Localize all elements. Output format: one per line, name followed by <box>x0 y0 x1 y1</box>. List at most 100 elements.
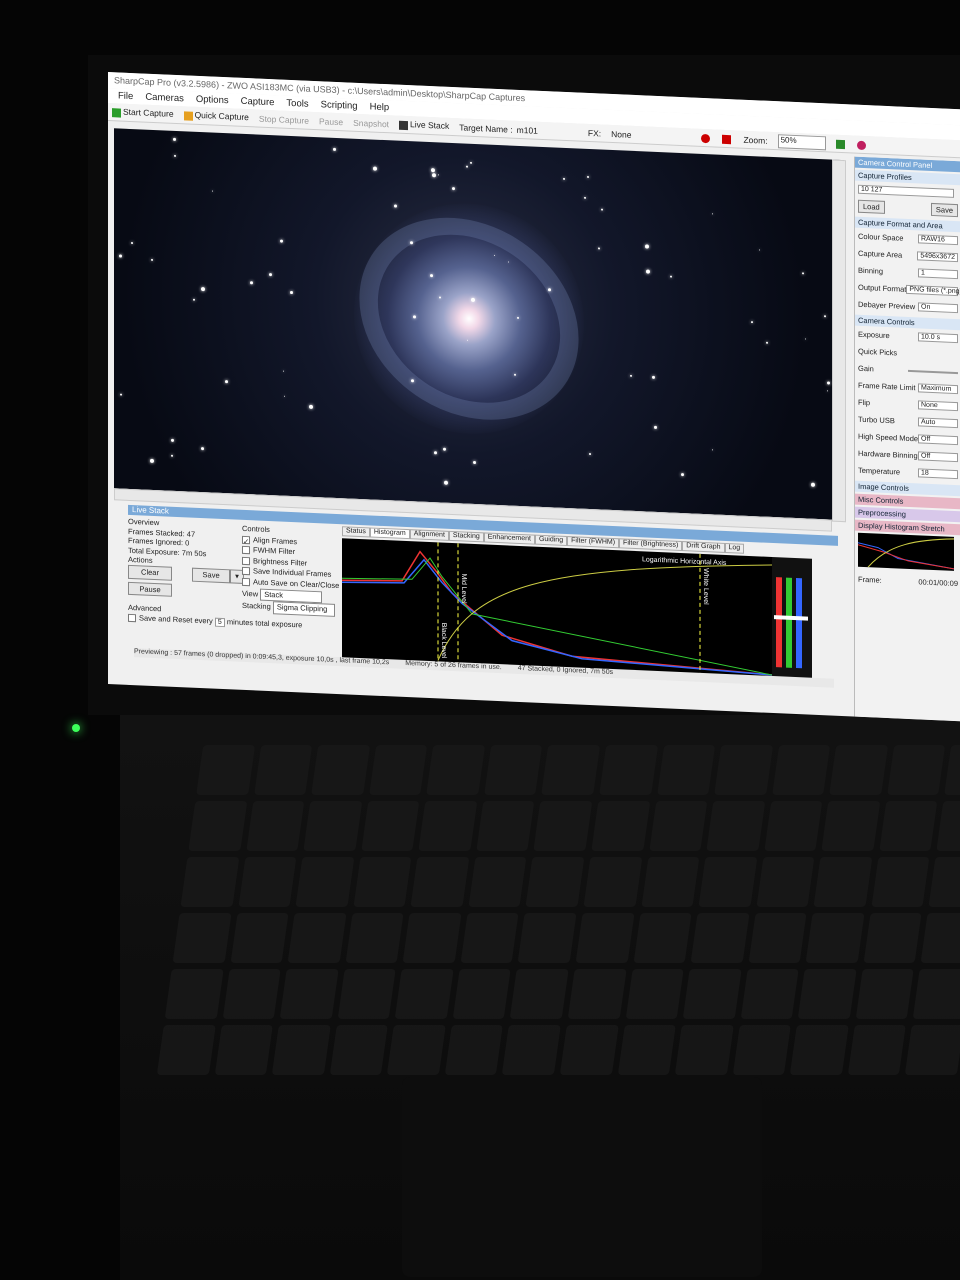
frame-label: Frame: <box>858 574 882 585</box>
frame-time: 00:01/00:09 <box>918 577 958 589</box>
histogram-chart[interactable]: Logarithmic Horizontal Axis Black Level … <box>342 538 772 677</box>
colour-space-select[interactable]: RAW16 <box>918 234 958 246</box>
stop-capture-button[interactable]: Stop Capture <box>259 113 309 125</box>
debayer-label: Debayer Preview <box>858 299 916 312</box>
star <box>466 165 468 168</box>
keyboard-key <box>928 857 960 907</box>
star <box>712 213 713 215</box>
keyboard-key <box>944 745 960 795</box>
binning-select[interactable]: 1 <box>918 268 958 280</box>
reset-minutes-stepper[interactable]: 5 <box>214 617 225 627</box>
menu-scripting[interactable]: Scripting <box>321 99 358 112</box>
menu-cameras[interactable]: Cameras <box>145 92 184 105</box>
tab-alignment[interactable]: Alignment <box>409 529 449 541</box>
image-viewer[interactable] <box>114 128 844 521</box>
save-individual-checkbox[interactable] <box>242 567 250 576</box>
lightning-icon <box>183 110 193 121</box>
load-profile-button[interactable]: Load <box>858 199 885 214</box>
clear-button[interactable]: Clear <box>128 564 172 581</box>
keyboard-key <box>855 969 915 1019</box>
frame-rate-label: Frame Rate Limit <box>858 380 916 393</box>
pause-live-button[interactable]: Pause <box>128 581 172 597</box>
star <box>171 438 174 442</box>
target-name-value[interactable]: m101 <box>517 124 538 135</box>
turbo-usb-select[interactable]: Auto <box>918 417 958 429</box>
star <box>802 272 804 275</box>
keyboard-key <box>863 913 923 963</box>
pause-button[interactable]: Pause <box>319 116 343 127</box>
keyboard-key <box>468 857 527 907</box>
star <box>131 242 133 245</box>
star <box>601 208 603 211</box>
debayer-select[interactable]: On <box>918 302 958 314</box>
brightness-filter-checkbox[interactable] <box>242 556 250 565</box>
hardware-binning-select[interactable]: Off <box>918 451 958 463</box>
keyboard-key <box>829 745 889 795</box>
tab-guiding[interactable]: Guiding <box>534 534 568 547</box>
zoom-select[interactable]: 50% <box>777 133 826 150</box>
auto-save-checkbox[interactable] <box>242 577 250 587</box>
menu-tools[interactable]: Tools <box>286 98 308 110</box>
keyboard-key <box>821 801 881 851</box>
save-reset-checkbox[interactable] <box>128 613 136 622</box>
star <box>514 373 516 376</box>
profile-select[interactable]: 10 127 <box>858 184 954 198</box>
star <box>471 297 475 303</box>
magnifier-icon[interactable] <box>856 139 868 150</box>
menu-options[interactable]: Options <box>196 94 229 106</box>
star <box>212 190 213 192</box>
tab-enhancement[interactable]: Enhancement <box>483 532 535 545</box>
exposure-input[interactable]: 10.0 s <box>918 332 958 344</box>
colour-space-label: Colour Space <box>858 231 904 243</box>
fx-value[interactable]: None <box>611 128 631 139</box>
live-stack-button[interactable]: Live Stack <box>399 119 449 131</box>
fwhm-filter-checkbox[interactable] <box>242 546 250 555</box>
high-speed-select[interactable]: Off <box>918 434 959 446</box>
keyboard-key <box>484 745 543 795</box>
histogram-level-sliders[interactable] <box>772 556 812 679</box>
record-icon[interactable] <box>701 132 712 143</box>
tab-log[interactable]: Log <box>724 542 745 554</box>
align-frames-checkbox[interactable]: ✓ <box>242 535 250 546</box>
display-stretch-histogram[interactable] <box>857 532 955 571</box>
view-label: View <box>242 588 259 599</box>
tab-status[interactable]: Status <box>342 526 370 538</box>
output-format-select[interactable]: PNG files (*.png) <box>906 284 960 297</box>
frame-rate-select[interactable]: Maximum <box>918 383 958 395</box>
quick-capture-button[interactable]: Quick Capture <box>183 110 249 123</box>
reticle-icon[interactable] <box>722 133 733 144</box>
keyboard-key <box>279 969 339 1019</box>
keyboard-key <box>674 1025 734 1075</box>
gain-slider[interactable] <box>908 369 958 374</box>
star <box>630 374 632 377</box>
histogram-icon[interactable] <box>835 138 847 149</box>
star <box>759 249 760 251</box>
log-axis-label[interactable]: Logarithmic Horizontal Axis <box>642 556 727 567</box>
sharpcap-window: SharpCap Pro (v3.2.5986) - ZWO ASI183MC … <box>108 72 960 722</box>
star <box>432 173 436 178</box>
star <box>119 254 122 258</box>
snapshot-button[interactable]: Snapshot <box>353 117 389 129</box>
star <box>681 473 684 477</box>
save-button[interactable]: Save <box>192 567 231 583</box>
stacking-select[interactable]: Sigma Clipping <box>272 601 335 617</box>
menu-file[interactable]: File <box>118 90 133 102</box>
save-profile-button[interactable]: Save <box>930 202 958 218</box>
star <box>394 204 397 208</box>
capture-area-select[interactable]: 5496x3672 <box>917 251 958 263</box>
minutes-label: minutes total exposure <box>226 616 303 630</box>
tab-filter-brightness[interactable]: Filter (Brightness) <box>619 538 683 552</box>
star <box>174 154 176 157</box>
keyboard-key <box>525 857 585 907</box>
tab-filter-fwhm[interactable]: Filter (FWHM) <box>567 536 620 549</box>
flip-select[interactable]: None <box>918 400 958 412</box>
menu-help[interactable]: Help <box>370 101 390 113</box>
tab-histogram[interactable]: Histogram <box>369 527 410 540</box>
turbo-usb-label: Turbo USB <box>858 414 895 426</box>
tab-stacking[interactable]: Stacking <box>448 530 484 543</box>
vertical-scrollbar[interactable] <box>832 159 846 523</box>
menu-capture[interactable]: Capture <box>241 96 275 108</box>
keyboard-key <box>164 969 224 1019</box>
tab-drift-graph[interactable]: Drift Graph <box>682 541 725 553</box>
start-capture-button[interactable]: Start Capture <box>112 107 174 120</box>
